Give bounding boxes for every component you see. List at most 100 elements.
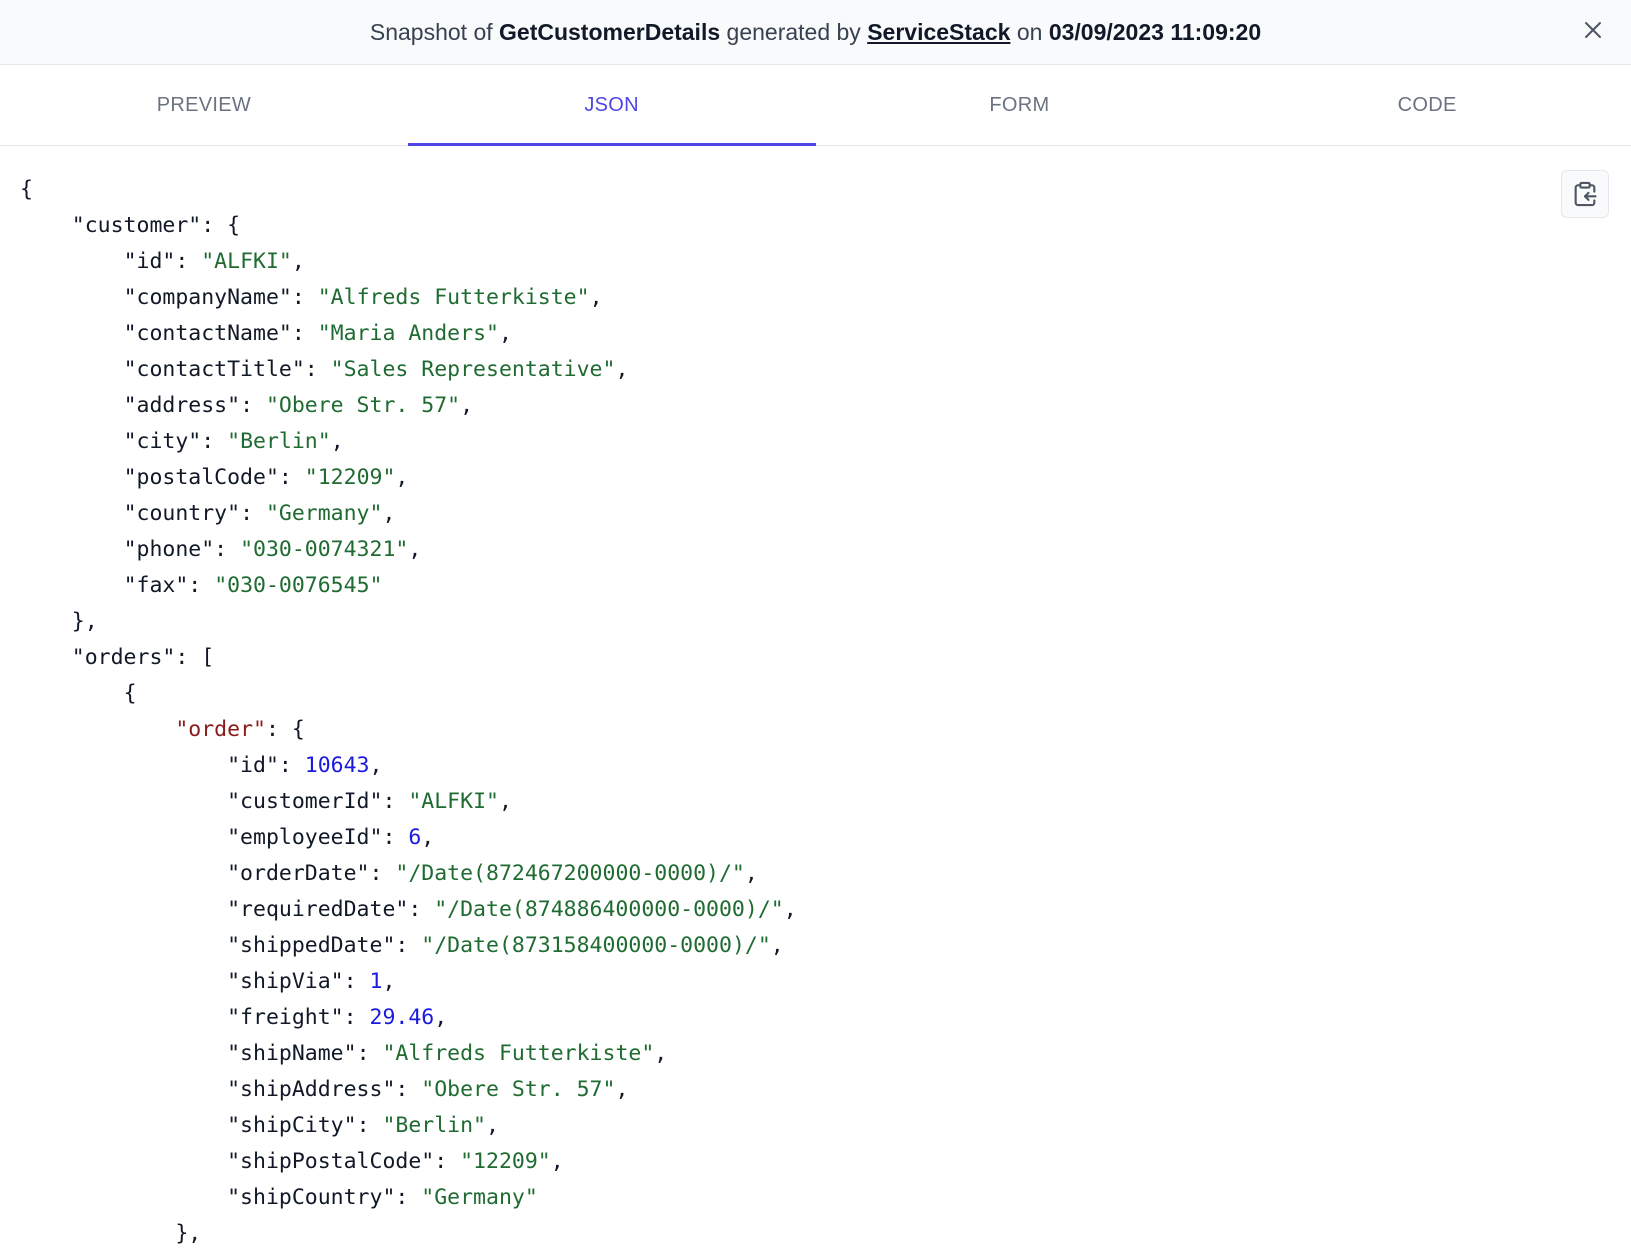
- json-string: "030-0076545": [214, 573, 383, 598]
- json-key: "shipCity": [227, 1113, 357, 1138]
- close-icon: [1585, 22, 1601, 38]
- json-key: "freight": [227, 1005, 344, 1030]
- json-key: "customerId": [227, 789, 383, 814]
- json-punctuation: :: [395, 933, 422, 958]
- json-punctuation: :: [382, 789, 409, 814]
- json-string: "ALFKI": [201, 249, 292, 274]
- json-string: "Germany": [421, 1185, 538, 1210]
- json-number: 1: [369, 969, 383, 994]
- json-key: "shipAddress": [227, 1077, 396, 1102]
- json-line: "shipAddress": "Obere Str. 57",: [20, 1072, 797, 1108]
- clipboard-copy-icon: [1574, 181, 1597, 207]
- view-tabs: PREVIEW JSON FORM CODE: [0, 65, 1631, 146]
- json-key: "city": [123, 429, 202, 454]
- json-line: "phone": "030-0074321",: [20, 532, 797, 568]
- snapshot-timestamp: 03/09/2023 11:09:20: [1048, 18, 1262, 45]
- tab-preview[interactable]: PREVIEW: [0, 65, 408, 145]
- json-number: 10643: [304, 753, 370, 778]
- json-punctuation: ,: [382, 969, 396, 994]
- json-punctuation: ,: [434, 1005, 448, 1030]
- json-punctuation: ,: [589, 285, 603, 310]
- on-text: on: [1016, 18, 1043, 45]
- json-line: "contactName": "Maria Anders",: [20, 316, 797, 352]
- json-key: "phone": [123, 537, 215, 562]
- servicestack-link[interactable]: ServiceStack: [867, 19, 1010, 46]
- json-punctuation: : [: [175, 645, 215, 670]
- json-punctuation: : {: [265, 717, 305, 742]
- json-punctuation: :: [369, 861, 396, 886]
- json-key: "requiredDate": [227, 897, 409, 922]
- json-punctuation: },: [71, 609, 98, 634]
- json-string: "Berlin": [227, 429, 331, 454]
- json-punctuation: :: [188, 573, 215, 598]
- json-line: "contactTitle": "Sales Representative",: [20, 352, 797, 388]
- json-punctuation: :: [214, 537, 241, 562]
- json-punctuation: ,: [408, 537, 422, 562]
- json-punctuation: :: [291, 285, 318, 310]
- json-key: "customer": [71, 213, 202, 238]
- tab-label: CODE: [1397, 93, 1457, 116]
- json-key: "contactName": [123, 321, 292, 346]
- json-punctuation: :: [201, 429, 228, 454]
- tab-json[interactable]: JSON: [407, 65, 816, 146]
- json-key: "companyName": [123, 285, 292, 310]
- json-punctuation: ,: [615, 357, 629, 382]
- json-punctuation: :: [343, 969, 370, 994]
- json-key: "shipName": [227, 1041, 357, 1066]
- json-string: "Alfreds Futterkiste": [382, 1041, 655, 1066]
- json-punctuation: ,: [395, 465, 409, 490]
- snapshot-banner: Snapshot of GetCustomerDetails generated…: [0, 0, 1631, 65]
- json-string: "Obere Str. 57": [265, 393, 461, 418]
- json-line: "customer": {: [20, 208, 797, 244]
- json-punctuation: ,: [330, 429, 344, 454]
- tab-label: JSON: [584, 93, 639, 116]
- operation-name: GetCustomerDetails: [499, 18, 721, 45]
- json-punctuation: ,: [615, 1077, 629, 1102]
- json-punctuation: :: [291, 321, 318, 346]
- json-viewer: { "customer": { "id": "ALFKI", "companyN…: [20, 172, 797, 1252]
- tab-code[interactable]: CODE: [1223, 65, 1631, 145]
- copy-button[interactable]: [1561, 170, 1609, 218]
- json-key: "shippedDate": [227, 933, 396, 958]
- json-key: "orderDate": [227, 861, 370, 886]
- json-line: "orderDate": "/Date(872467200000-0000)/"…: [20, 856, 797, 892]
- json-punctuation: ,: [369, 753, 383, 778]
- json-string: "12209": [304, 465, 396, 490]
- json-punctuation: :: [278, 753, 305, 778]
- json-punctuation: :: [395, 1185, 422, 1210]
- json-line: "city": "Berlin",: [20, 424, 797, 460]
- json-punctuation: :: [395, 1077, 422, 1102]
- json-key: "address": [123, 393, 241, 418]
- json-punctuation: ,: [460, 393, 474, 418]
- json-punctuation: ,: [770, 933, 784, 958]
- json-punctuation: :: [304, 357, 331, 382]
- json-punctuation: ,: [291, 249, 305, 274]
- json-string: "Berlin": [382, 1113, 487, 1138]
- json-line: "shippedDate": "/Date(873158400000-0000)…: [20, 928, 797, 964]
- json-punctuation: ,: [783, 897, 797, 922]
- json-string: "Obere Str. 57": [421, 1077, 616, 1102]
- json-punctuation: :: [356, 1113, 383, 1138]
- json-number: 29.46: [369, 1005, 435, 1030]
- json-punctuation: :: [240, 501, 266, 526]
- generated-by-text: generated by: [726, 18, 861, 45]
- json-string: "030-0074321": [240, 537, 409, 562]
- json-line: "shipPostalCode": "12209",: [20, 1144, 797, 1180]
- json-key: "id": [123, 249, 176, 274]
- json-key: "orders": [71, 645, 176, 670]
- tab-label: PREVIEW: [156, 93, 252, 116]
- tab-form[interactable]: FORM: [816, 65, 1224, 145]
- json-punctuation: :: [240, 393, 266, 418]
- json-punctuation: :: [408, 897, 435, 922]
- json-string: "Alfreds Futterkiste": [317, 285, 590, 310]
- snapshot-prefix: Snapshot of: [369, 18, 493, 45]
- json-punctuation: ,: [498, 789, 512, 814]
- json-string: "Maria Anders": [317, 321, 499, 346]
- json-punctuation: {: [20, 177, 33, 202]
- json-string: "/Date(874886400000-0000)/": [434, 897, 784, 922]
- json-line: "customerId": "ALFKI",: [20, 784, 797, 820]
- json-punctuation: ,: [498, 321, 512, 346]
- close-button[interactable]: [1577, 14, 1609, 46]
- json-line: {: [20, 172, 797, 208]
- json-punctuation: },: [175, 1221, 202, 1246]
